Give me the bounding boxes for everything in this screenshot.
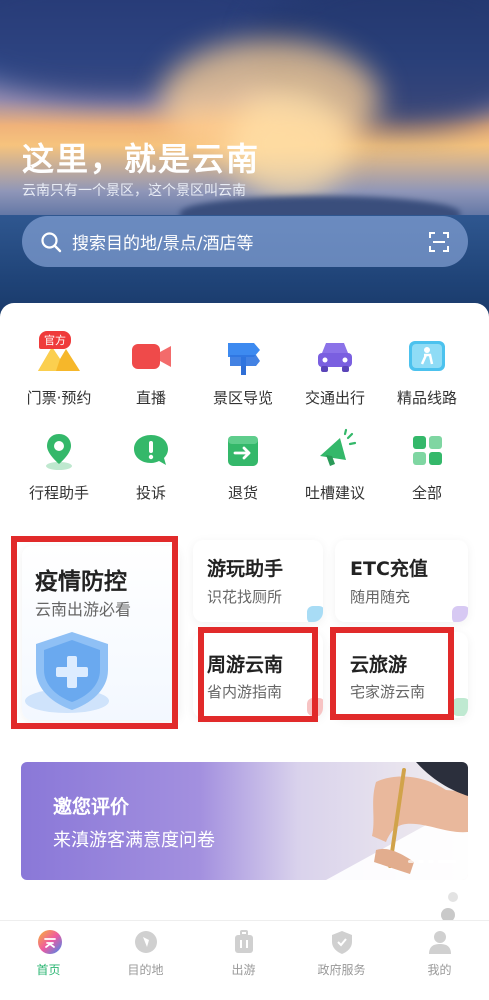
tab-label: 我的: [427, 963, 452, 977]
destination-icon: [134, 929, 158, 955]
etc-subtitle: 随用随充: [350, 588, 411, 606]
official-badge: 官方: [39, 331, 71, 349]
service-tickets[interactable]: 官方 门票·预约: [13, 331, 105, 408]
service-transport[interactable]: 交通出行: [289, 333, 381, 408]
etc-title: ETC充值: [350, 558, 428, 580]
service-live[interactable]: 直播: [105, 333, 197, 408]
signpost-icon: [220, 333, 266, 379]
service-label: 投诉: [135, 484, 166, 502]
live-camera-icon: [128, 333, 174, 379]
hero-subtitle: 云南只有一个景区，这个景区叫云南: [22, 183, 246, 199]
service-label: 吐槽建议: [304, 484, 365, 502]
service-feedback[interactable]: 吐槽建议: [289, 428, 381, 503]
search-placeholder: 搜索目的地/景点/酒店等: [72, 234, 254, 254]
floating-dot: [448, 892, 458, 902]
service-label: 全部: [411, 484, 442, 502]
banner-title: 邀您评价: [53, 796, 130, 818]
survey-banner[interactable]: 邀您评价 来滇游客满意度问卷: [21, 762, 468, 880]
service-all[interactable]: 全部: [381, 428, 473, 503]
carousel-indicator: [408, 860, 456, 863]
exclamation-bubble-icon: [128, 428, 174, 474]
service-label: 门票·预约: [26, 389, 92, 407]
return-arrow-icon: [220, 428, 266, 474]
bottom-tab-bar: 首页 目的地 出游 政府服务 我的: [0, 920, 489, 1000]
assistant-title: 游玩助手: [207, 558, 284, 580]
hero-title: 这里，就是云南: [22, 140, 261, 178]
banner-subtitle: 来滇游客满意度问卷: [53, 830, 215, 851]
search-icon: [40, 231, 62, 253]
luggage-icon: [232, 929, 256, 955]
service-label: 交通出行: [304, 389, 365, 407]
tab-label: 目的地: [127, 963, 164, 977]
service-label: 行程助手: [28, 484, 89, 502]
etc-card[interactable]: ETC充值 随用随充: [335, 540, 468, 622]
tab-home[interactable]: 首页: [0, 929, 97, 978]
grid-apps-icon: [404, 428, 450, 474]
tab-destination[interactable]: 目的地: [97, 929, 194, 978]
tab-travel[interactable]: 出游: [195, 929, 292, 978]
car-icon: [312, 333, 358, 379]
tab-label: 首页: [36, 963, 61, 977]
service-guide[interactable]: 景区导览: [197, 333, 289, 408]
card-decoration: [307, 606, 323, 622]
card-decoration: [452, 698, 468, 716]
service-trip-assistant[interactable]: 行程助手: [13, 428, 105, 503]
scan-icon[interactable]: [428, 231, 450, 253]
megaphone-icon: [312, 428, 358, 474]
tab-mine[interactable]: 我的: [391, 929, 488, 978]
route-hiker-icon: [404, 333, 450, 379]
service-label: 景区导览: [212, 389, 273, 407]
highlight-box: [11, 536, 178, 729]
user-icon: [428, 929, 452, 955]
home-icon: [37, 929, 62, 955]
card-decoration: [452, 606, 468, 622]
shield-icon: [330, 929, 354, 955]
service-label: 精品线路: [396, 389, 457, 407]
assistant-card[interactable]: 游玩助手 识花找厕所: [193, 540, 323, 622]
service-routes[interactable]: 精品线路: [381, 333, 473, 408]
service-complaint[interactable]: 投诉: [105, 428, 197, 503]
tab-gov-service[interactable]: 政府服务: [293, 929, 390, 978]
location-pin-icon: [36, 428, 82, 474]
tab-label: 政府服务: [317, 963, 366, 977]
assistant-subtitle: 识花找厕所: [207, 588, 283, 606]
search-bar[interactable]: 搜索目的地/景点/酒店等: [22, 216, 468, 267]
service-return[interactable]: 退货: [197, 428, 289, 503]
highlight-box: [330, 627, 454, 720]
highlight-box: [198, 627, 318, 722]
service-label: 直播: [135, 389, 166, 407]
tab-label: 出游: [231, 963, 256, 977]
service-label: 退货: [227, 484, 258, 502]
